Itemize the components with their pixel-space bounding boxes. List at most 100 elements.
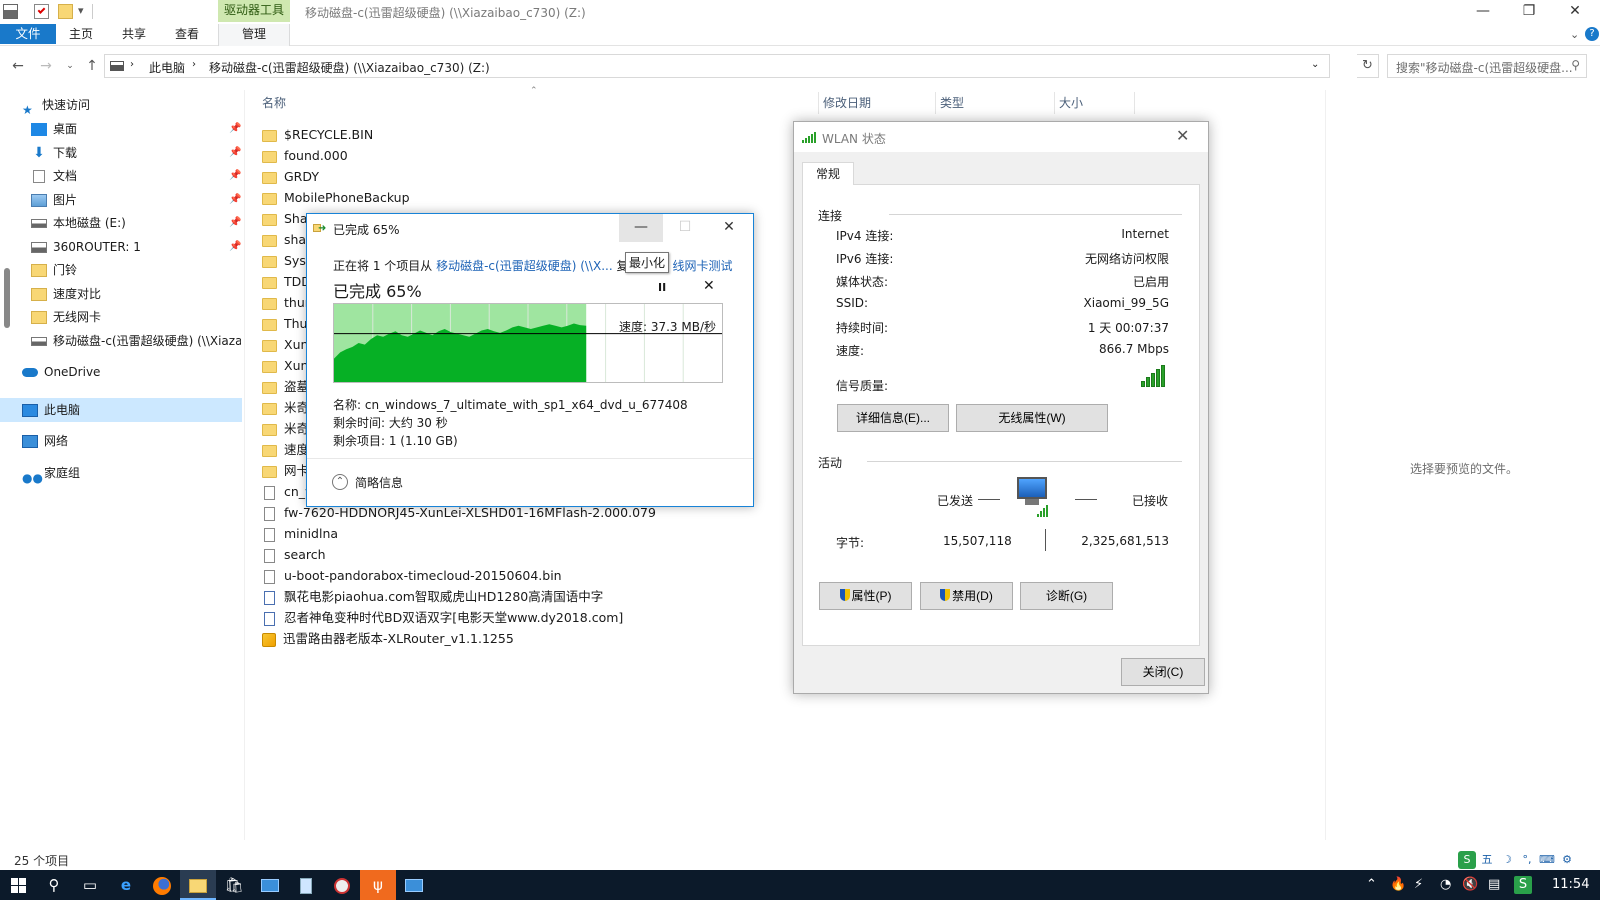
tray-app-icon[interactable]: 🔥 xyxy=(1390,870,1406,900)
tab-home[interactable]: 主页 xyxy=(60,24,102,46)
up-button[interactable]: ↑ xyxy=(82,56,102,76)
task-view-icon[interactable]: ▭ xyxy=(72,870,108,900)
file-list-item[interactable]: 迅雷路由器老版本-XLRouter_v1.1.1255 xyxy=(262,629,514,649)
show-hidden-icons[interactable]: ⌃ xyxy=(1366,870,1377,900)
tab-general[interactable]: 常规 xyxy=(802,162,854,185)
power-icon[interactable]: ⚡ xyxy=(1414,870,1423,900)
nav-item-wireless-card[interactable]: 无线网卡 xyxy=(31,306,101,328)
nav-onedrive[interactable]: OneDrive xyxy=(22,361,100,383)
expand-ribbon-icon[interactable]: ⌄ xyxy=(1570,28,1579,41)
router-app-icon[interactable]: ψ xyxy=(360,870,396,900)
file-list-item[interactable]: 飘花电影piaohua.com智取威虎山HD1280高清国语中字 xyxy=(262,587,603,607)
file-list-item[interactable]: 米奇 xyxy=(262,419,309,439)
nav-scrollbar[interactable] xyxy=(4,268,10,328)
breadcrumb-chevron-icon[interactable]: › xyxy=(130,59,134,70)
nav-homegroup[interactable]: ●●家庭组 xyxy=(22,462,80,485)
column-header-name[interactable]: 名称 xyxy=(258,92,819,114)
pin-icon[interactable]: 📌 xyxy=(229,194,241,205)
stop-button[interactable]: ✕ xyxy=(703,278,715,294)
diagnose-button[interactable]: 诊断(G) xyxy=(1020,582,1113,610)
nav-this-pc[interactable]: 此电脑 xyxy=(22,399,80,421)
close-button[interactable]: ✕ xyxy=(1552,0,1598,24)
ime-icon[interactable]: S xyxy=(1514,876,1532,894)
nav-item-downloads[interactable]: ⬇ 下载 xyxy=(31,142,77,164)
file-list-item[interactable]: minidlna xyxy=(262,524,338,544)
file-list-item[interactable]: found.000 xyxy=(262,146,348,166)
customize-quick-access-icon[interactable]: ▾ xyxy=(78,4,84,17)
breadcrumb-this-pc[interactable]: 此电脑 xyxy=(149,59,185,76)
pin-icon[interactable]: 📌 xyxy=(229,170,241,181)
file-list-item[interactable]: GRDY xyxy=(262,167,319,187)
search-input[interactable]: 搜索"移动磁盘-c(迅雷超级硬盘... ⚲ xyxy=(1387,54,1587,78)
ime-settings-icon[interactable]: ⚙ xyxy=(1558,851,1576,869)
close-icon[interactable]: ✕ xyxy=(1176,126,1189,145)
notepad-icon[interactable] xyxy=(288,870,324,900)
file-list-item[interactable]: shar xyxy=(262,230,311,250)
file-list-item[interactable]: TDD xyxy=(262,272,311,292)
nav-item-speed-compare[interactable]: 速度对比 xyxy=(31,283,101,305)
file-explorer-icon[interactable] xyxy=(180,870,216,900)
details-button[interactable]: 详细信息(E)... xyxy=(837,404,949,432)
breadcrumb-chevron-icon[interactable]: › xyxy=(192,59,196,70)
properties-icon[interactable] xyxy=(34,4,49,19)
disable-button[interactable]: 禁用(D) xyxy=(920,582,1013,610)
action-center-icon[interactable]: ▤ xyxy=(1488,870,1500,900)
nav-item-doorbell[interactable]: 门铃 xyxy=(31,259,77,281)
destination-link[interactable]: 线网卡测试 xyxy=(672,259,732,273)
search-icon[interactable]: ⚲ xyxy=(36,870,72,900)
minimize-button[interactable]: — xyxy=(1460,0,1506,24)
file-list-item[interactable]: Xunl xyxy=(262,335,312,355)
address-bar[interactable]: › 此电脑 › 移动磁盘-c(迅雷超级硬盘) (\\Xiazaibao_c730… xyxy=(104,54,1330,78)
file-list-item[interactable]: 网卡 xyxy=(262,461,309,481)
ime-logo-icon[interactable]: S xyxy=(1458,851,1476,869)
tab-share[interactable]: 共享 xyxy=(113,24,155,46)
nav-item-mobile-disk[interactable]: 移动磁盘-c(迅雷超级硬盘) (\\Xiaza xyxy=(31,330,241,352)
nav-item-documents[interactable]: 文档 xyxy=(31,165,77,187)
nav-item-pictures[interactable]: 图片 xyxy=(31,189,77,211)
close-button[interactable]: ✕ xyxy=(707,214,751,242)
maximize-button[interactable]: ❐ xyxy=(1506,0,1552,24)
edge-icon[interactable]: e xyxy=(108,870,144,900)
recent-locations-icon[interactable]: ⌄ xyxy=(60,56,80,76)
tab-view[interactable]: 查看 xyxy=(166,24,208,46)
source-link[interactable]: 移动磁盘-c(迅雷超级硬盘) (\\X... xyxy=(436,259,613,273)
collapse-details-icon[interactable]: ⌃ xyxy=(332,474,348,490)
store-icon[interactable]: 🛍 xyxy=(216,870,252,900)
pin-icon[interactable]: 📌 xyxy=(229,241,241,252)
file-list-item[interactable]: 盗墓 xyxy=(262,377,309,397)
forward-button[interactable]: → xyxy=(36,56,56,76)
ime-punctuation-icon[interactable]: °, xyxy=(1518,851,1536,869)
ime-keyboard-icon[interactable]: ⌨ xyxy=(1538,851,1556,869)
column-header-type[interactable]: 类型 xyxy=(936,92,1055,114)
close-button[interactable]: 关闭(C) xyxy=(1121,658,1205,686)
file-list-item[interactable]: Syst xyxy=(262,251,311,271)
nav-item-desktop[interactable]: 桌面 xyxy=(31,118,77,140)
file-list-item[interactable]: $RECYCLE.BIN xyxy=(262,125,373,145)
file-list-item[interactable]: Xunl xyxy=(262,356,312,376)
column-header-size[interactable]: 大小 xyxy=(1055,92,1135,114)
new-folder-icon[interactable] xyxy=(58,4,73,19)
file-list-item[interactable]: 忍者神龟变种时代BD双语双字[电影天堂www.dy2018.com] xyxy=(262,608,623,628)
address-dropdown-icon[interactable]: ⌄ xyxy=(1311,59,1319,70)
pause-button[interactable]: II xyxy=(658,281,666,294)
properties-button[interactable]: 属性(P) xyxy=(819,582,912,610)
nav-item-360router[interactable]: 360ROUTER: 1 xyxy=(31,236,141,258)
wifi-icon[interactable]: ◔ xyxy=(1440,870,1451,900)
refresh-button[interactable]: ↻ xyxy=(1357,54,1379,78)
wlan-status-icon[interactable] xyxy=(396,870,432,900)
tab-manage[interactable]: 管理 xyxy=(218,24,290,46)
paint-icon[interactable] xyxy=(324,870,360,900)
pin-icon[interactable]: 📌 xyxy=(229,217,241,228)
fewer-details-link[interactable]: 简略信息 xyxy=(355,474,403,491)
ime-mode-icon[interactable]: 五 xyxy=(1478,851,1496,869)
pin-icon[interactable]: 📌 xyxy=(229,123,241,134)
file-list-item[interactable]: MobilePhoneBackup xyxy=(262,188,410,208)
file-list-item[interactable]: u-boot-pandorabox-timecloud-20150604.bin xyxy=(262,566,562,586)
nav-quick-access[interactable]: ★ 快速访问 xyxy=(22,94,90,117)
help-icon[interactable]: ? xyxy=(1585,27,1599,41)
back-button[interactable]: ← xyxy=(8,56,28,76)
firefox-icon[interactable] xyxy=(144,870,180,900)
start-button[interactable] xyxy=(0,870,36,900)
clock[interactable]: 11:54 xyxy=(1552,870,1589,900)
breadcrumb-drive[interactable]: 移动磁盘-c(迅雷超级硬盘) (\\Xiazaibao_c730) (Z:) xyxy=(209,59,490,76)
